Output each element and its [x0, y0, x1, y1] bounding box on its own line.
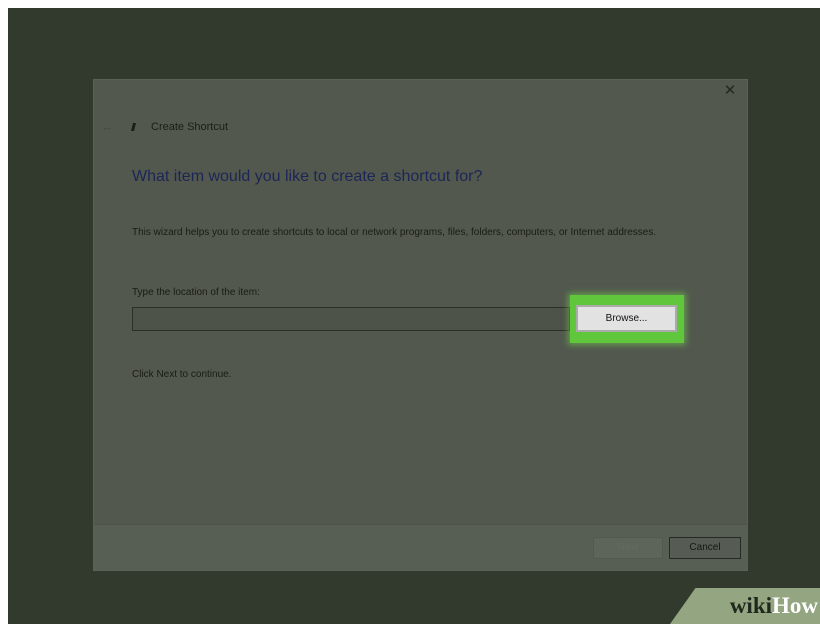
dialog-footer: Next Cancel	[94, 524, 747, 570]
create-shortcut-dialog: ✕ ← Create Shortcut What item would you …	[93, 79, 748, 571]
wikihow-watermark: wikiHow	[670, 588, 820, 624]
back-arrow-icon[interactable]: ←	[101, 118, 115, 136]
page-title: What item would you like to create a sho…	[132, 168, 483, 185]
next-button[interactable]: Next	[593, 537, 663, 559]
dimmed-background: ✕ ← Create Shortcut What item would you …	[8, 8, 820, 624]
close-icon[interactable]: ✕	[721, 82, 739, 100]
browse-button[interactable]: Browse...	[576, 305, 677, 332]
location-label: Type the location of the item:	[132, 287, 260, 298]
watermark-how: How	[772, 593, 818, 618]
location-input[interactable]	[132, 307, 570, 331]
browse-highlight-box: Browse...	[570, 295, 684, 343]
watermark-wiki: wiki	[729, 593, 772, 618]
shortcut-wizard-icon	[131, 123, 136, 131]
continue-instruction: Click Next to continue.	[132, 369, 232, 380]
watermark-logo-text: wikiHow	[730, 592, 818, 620]
cancel-button[interactable]: Cancel	[669, 537, 741, 559]
window-title: Create Shortcut	[151, 121, 229, 133]
wizard-description: This wizard helps you to create shortcut…	[132, 227, 657, 238]
